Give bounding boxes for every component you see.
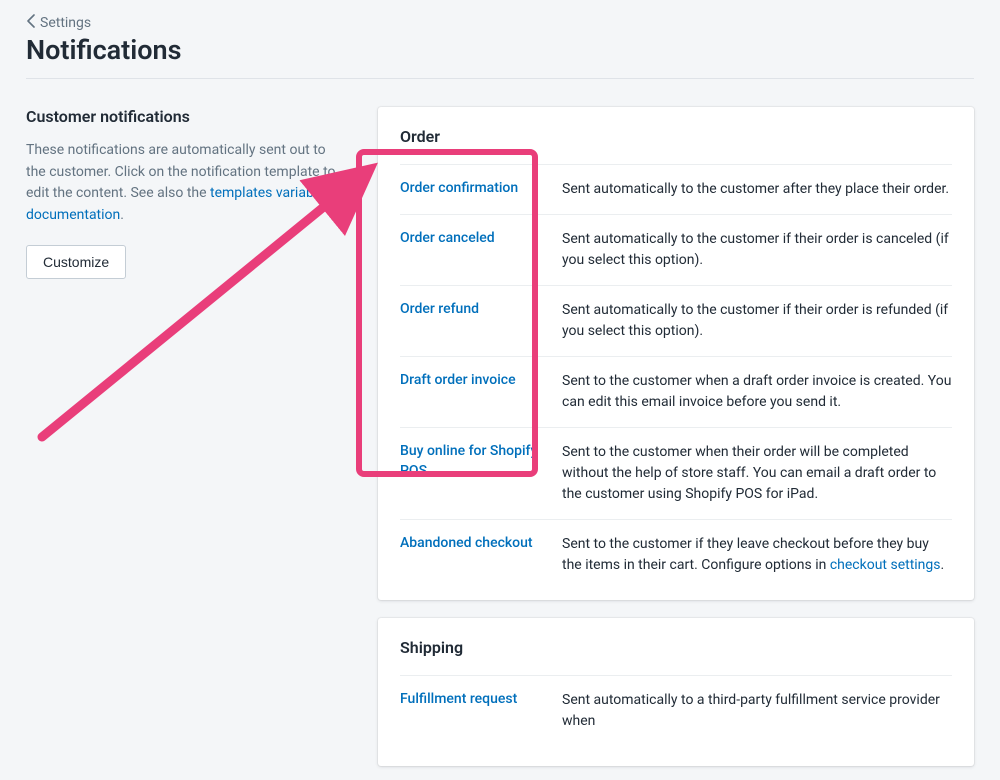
notification-description: Sent automatically to the customer if th…	[562, 229, 952, 271]
notification-description: Sent automatically to the customer after…	[562, 179, 952, 200]
page-title: Notifications	[26, 34, 974, 66]
notification-description: Sent to the customer when their order wi…	[562, 442, 952, 505]
fulfillment-request-link[interactable]: Fulfillment request	[400, 690, 542, 710]
abandoned-checkout-link[interactable]: Abandoned checkout	[400, 534, 542, 554]
notification-row: Abandoned checkout Sent to the customer …	[400, 519, 952, 590]
notification-row: Order canceled Sent automatically to the…	[400, 214, 952, 285]
notification-description: Sent to the customer when a draft order …	[562, 371, 952, 413]
customize-button[interactable]: Customize	[26, 245, 126, 279]
breadcrumb-back[interactable]: Settings	[26, 14, 91, 32]
notification-description: Sent automatically to a third-party fulf…	[562, 690, 952, 732]
sidebar-title: Customer notifications	[26, 107, 346, 126]
order-canceled-link[interactable]: Order canceled	[400, 229, 542, 249]
order-confirmation-link[interactable]: Order confirmation	[400, 179, 542, 199]
order-card-title: Order	[400, 127, 952, 146]
order-refund-link[interactable]: Order refund	[400, 300, 542, 320]
main-content: Order Order confirmation Sent automatica…	[378, 107, 974, 766]
draft-order-invoice-link[interactable]: Draft order invoice	[400, 371, 542, 391]
notification-row: Order refund Sent automatically to the c…	[400, 285, 952, 356]
buy-online-pos-link[interactable]: Buy online for Shopify POS	[400, 442, 542, 481]
breadcrumb-label: Settings	[40, 15, 91, 31]
shipping-card: Shipping Fulfillment request Sent automa…	[378, 618, 974, 766]
notification-row: Draft order invoice Sent to the customer…	[400, 356, 952, 427]
notification-row: Buy online for Shopify POS Sent to the c…	[400, 427, 952, 519]
divider	[26, 78, 974, 79]
notification-description: Sent to the customer if they leave check…	[562, 534, 952, 576]
notification-row: Fulfillment request Sent automatically t…	[400, 675, 952, 746]
order-card: Order Order confirmation Sent automatica…	[378, 107, 974, 600]
shipping-card-title: Shipping	[400, 638, 952, 657]
sidebar: Customer notifications These notificatio…	[26, 107, 346, 279]
sidebar-description: These notifications are automatically se…	[26, 140, 346, 227]
chevron-left-icon	[26, 14, 36, 32]
notification-row: Order confirmation Sent automatically to…	[400, 164, 952, 214]
checkout-settings-link[interactable]: checkout settings	[830, 557, 941, 573]
notification-description: Sent automatically to the customer if th…	[562, 300, 952, 342]
